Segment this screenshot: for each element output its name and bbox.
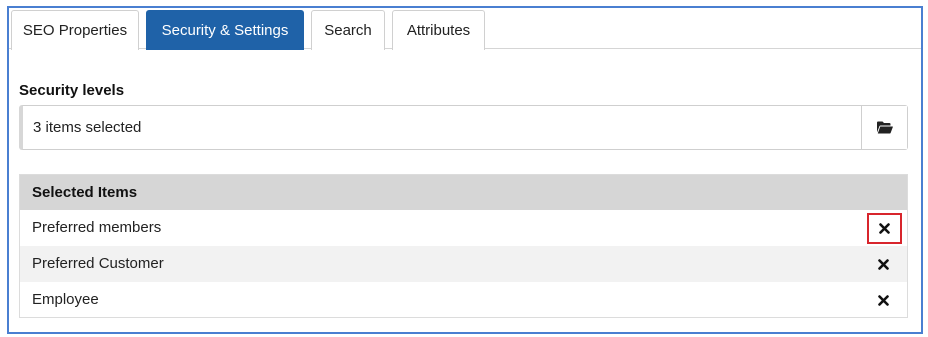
folder-open-icon (876, 121, 893, 134)
table-row: Employee (20, 282, 907, 318)
tab-attributes[interactable]: Attributes (392, 10, 485, 50)
item-label: Employee (32, 291, 99, 308)
security-levels-selector[interactable]: 3 items selected (19, 105, 908, 150)
remove-item-button[interactable] (874, 291, 892, 309)
remove-icon (877, 258, 889, 270)
remove-item-button[interactable] (874, 255, 892, 273)
tab-bar: SEO Properties Security & Settings Searc… (9, 8, 921, 50)
selection-summary: 3 items selected (33, 119, 142, 136)
tab-search[interactable]: Search (311, 10, 385, 50)
security-levels-label: Security levels (19, 82, 125, 99)
item-label: Preferred Customer (32, 255, 164, 272)
remove-item-button[interactable] (867, 213, 902, 244)
settings-panel: SEO Properties Security & Settings Searc… (7, 6, 923, 334)
selected-items-table: Selected Items Preferred members Preferr… (19, 174, 908, 318)
table-row: Preferred members (20, 210, 907, 246)
tab-security-settings[interactable]: Security & Settings (146, 10, 304, 50)
remove-icon (879, 223, 890, 234)
remove-icon (877, 294, 889, 306)
item-label: Preferred members (32, 219, 162, 236)
table-row: Preferred Customer (20, 246, 907, 282)
browse-button[interactable] (861, 106, 907, 149)
tab-seo-properties[interactable]: SEO Properties (11, 10, 139, 50)
table-header: Selected Items (20, 175, 907, 210)
